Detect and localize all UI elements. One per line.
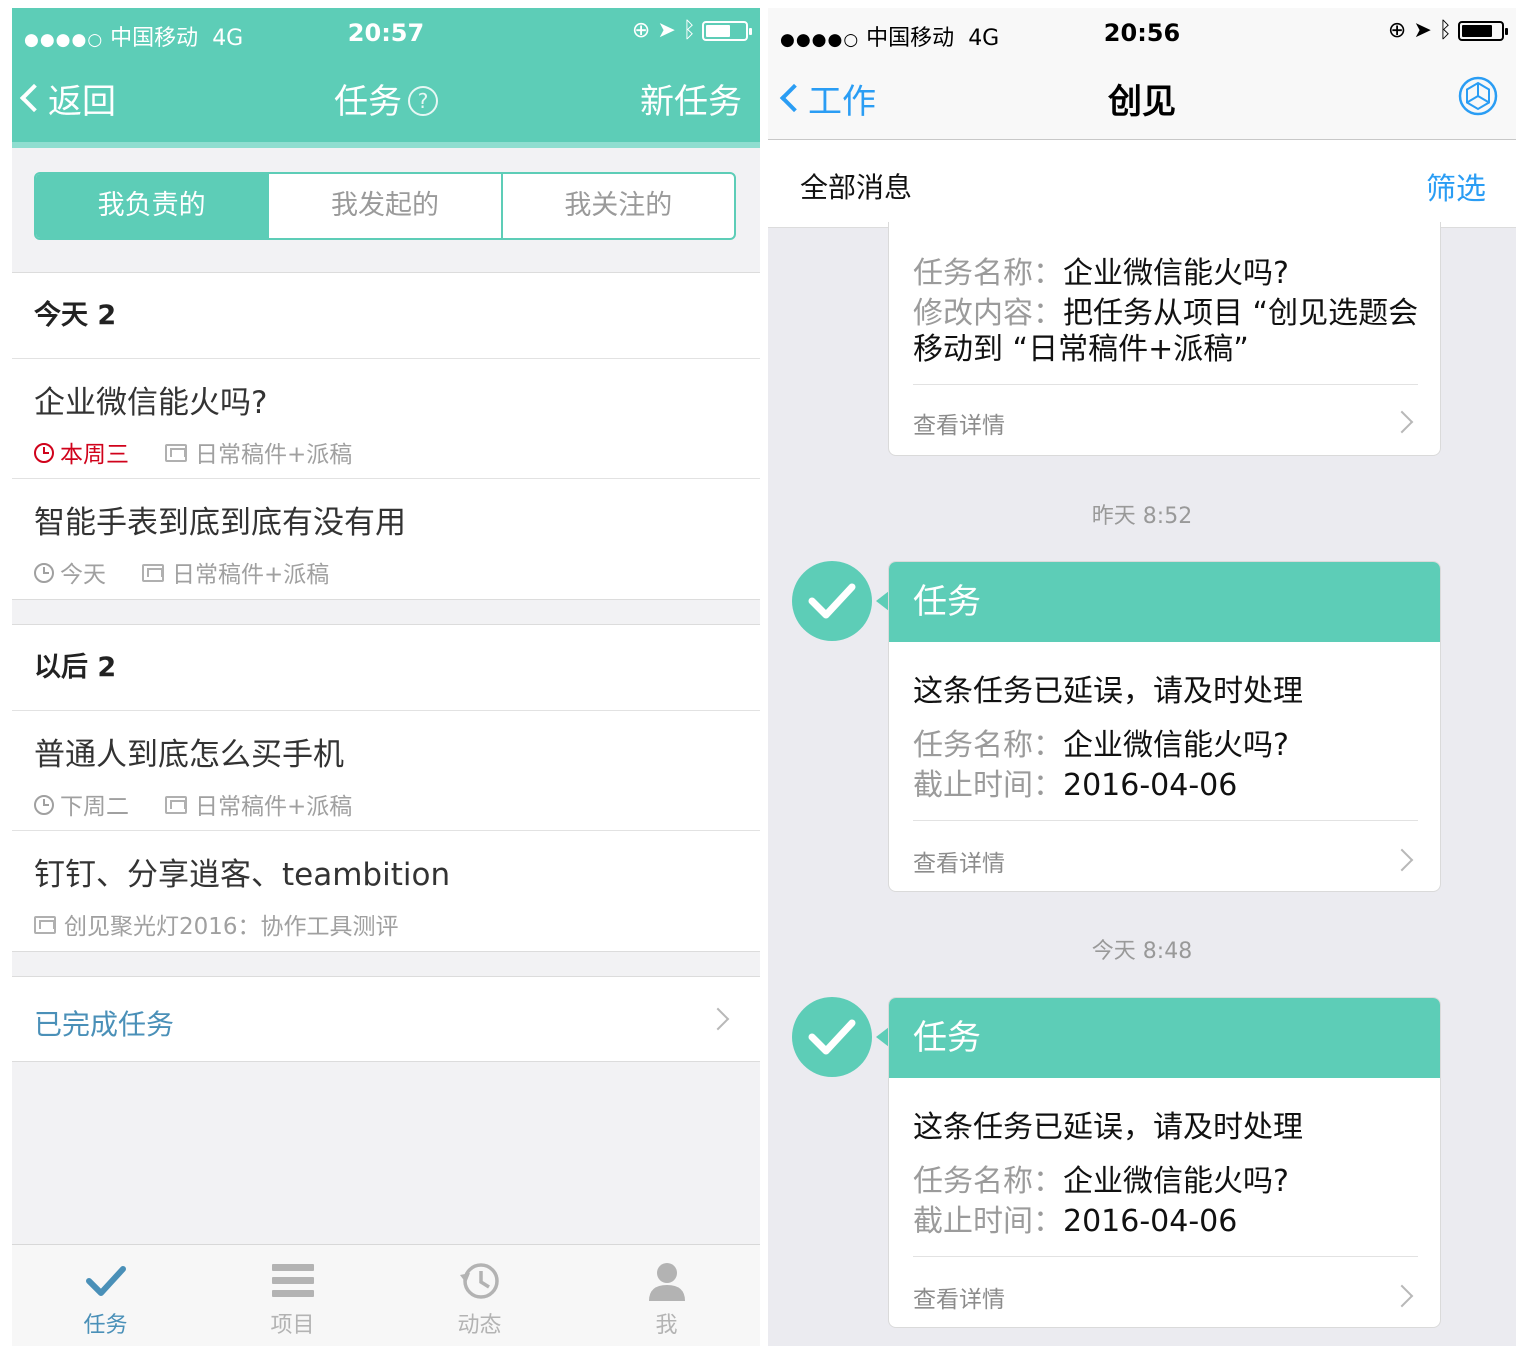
change-content-cont: 移动到 “日常稿件+派稿” (913, 332, 1249, 367)
segmented-control: 我负责的 我发起的 我关注的 (34, 172, 736, 240)
message-timestamp: 今天 8:48 (1091, 939, 1193, 964)
checkmark-icon (85, 1266, 126, 1296)
card-header: 任务 (889, 998, 1440, 1078)
location-icon: ➤ (1413, 18, 1432, 43)
task-name: 企业微信能火吗? (1063, 1164, 1289, 1199)
battery-icon (1458, 21, 1508, 41)
list-icon (271, 1264, 314, 1297)
completed-tasks-label: 已完成任务 (34, 1008, 175, 1041)
task-avatar (792, 561, 872, 641)
message-text: 这条任务已延误，请及时处理 (913, 1110, 1303, 1145)
section-header: 以后 2 (12, 625, 760, 711)
deadline: 2016-04-06 (1063, 1204, 1238, 1239)
clock-icon (34, 562, 54, 583)
battery-icon (702, 21, 752, 41)
message-card: 任务名称：企业微信能火吗? 修改内容：把任务从项目 “创见选题会 移动到 “日常… (888, 222, 1441, 456)
task-title: 普通人到底怎么买手机 (34, 737, 344, 773)
bluetooth-icon: ᛒ (1438, 18, 1452, 43)
task-due: 下周二 (60, 794, 129, 820)
project-icon (165, 795, 187, 814)
view-details-link[interactable]: 查看详情 (913, 1280, 1005, 1314)
task-due: 本周三 (60, 442, 129, 468)
card-header: 任务 (889, 562, 1440, 642)
completed-tasks-row[interactable]: 已完成任务 (12, 976, 760, 1062)
tab-activity[interactable]: 动态 (386, 1245, 573, 1346)
task-title: 企业微信能火吗? (34, 385, 268, 421)
section-header: 今天 2 (12, 273, 760, 359)
tab-bar: 任务 项目 动态 我 (12, 1244, 760, 1346)
page-title: 创见 (1108, 82, 1176, 122)
nav-bar: ●●●●○ 中国移动 4G 20:56 ⊕ ➤ ᛒ 工作 创见 (768, 8, 1516, 140)
tab-tasks[interactable]: 任务 (12, 1245, 199, 1346)
help-icon[interactable]: ? (408, 85, 438, 116)
task-row[interactable]: 企业微信能火吗? 本周三 日常稿件+派稿 (12, 359, 760, 479)
check-icon (808, 1019, 856, 1055)
check-icon (808, 583, 856, 619)
tab-me[interactable]: 我 (573, 1245, 760, 1346)
message-timestamp: 昨天 8:52 (1091, 504, 1193, 529)
task-title: 钉钉、分享逍客、teambition (34, 857, 451, 893)
task-avatar (792, 997, 872, 1077)
section-later: 以后 2 普通人到底怎么买手机 下周二 日常稿件+派稿 钉钉、分享逍客、teamb… (12, 624, 760, 952)
person-icon (648, 1263, 685, 1301)
clock-icon (34, 442, 54, 463)
task-project: 创见聚光灯2016：协作工具测评 (64, 914, 399, 940)
new-task-button[interactable]: 新任务 (640, 74, 742, 123)
message-text: 这条任务已延误，请及时处理 (913, 674, 1303, 709)
task-title: 智能手表到底到底有没有用 (34, 505, 406, 541)
task-name: 企业微信能火吗? (1063, 728, 1289, 763)
filter-button[interactable]: 筛选 (1426, 164, 1486, 208)
view-details-link[interactable]: 查看详情 (913, 844, 1005, 878)
segment-responsible[interactable]: 我负责的 (36, 174, 268, 238)
segment-followed[interactable]: 我关注的 (500, 174, 734, 238)
history-icon (459, 1263, 499, 1299)
task-row[interactable]: 智能手表到底到底有没有用 今天 日常稿件+派稿 (12, 479, 760, 599)
clock-icon (34, 794, 54, 815)
chevron-right-icon (706, 1007, 730, 1031)
status-bar: ●●●●○ 中国移动 4G 20:56 ⊕ ➤ ᛒ (768, 8, 1516, 58)
project-icon (142, 563, 164, 582)
nav-bar: ●●●●○ 中国移动 4G 20:57 ⊕ ➤ ᛒ 返回 任务? 新任务 (12, 8, 760, 146)
location-icon: ➤ (657, 18, 676, 43)
task-project: 日常稿件+派稿 (195, 794, 353, 820)
tab-projects[interactable]: 项目 (199, 1245, 386, 1346)
project-icon (34, 915, 56, 934)
view-details-link[interactable]: 查看详情 (913, 406, 1005, 440)
chevron-right-icon (1390, 410, 1414, 434)
gear-icon[interactable] (1456, 74, 1500, 118)
orientation-lock-icon: ⊕ (1387, 18, 1407, 43)
task-row[interactable]: 普通人到底怎么买手机 下周二 日常稿件+派稿 (12, 711, 760, 831)
task-project: 日常稿件+派稿 (195, 442, 353, 468)
message-feed-screen: ●●●●○ 中国移动 4G 20:56 ⊕ ➤ ᛒ 工作 创见 全部消息 筛选 … (768, 8, 1516, 1346)
filter-bar: 全部消息 筛选 (768, 140, 1516, 228)
task-due: 今天 (60, 562, 106, 588)
segment-initiated[interactable]: 我发起的 (267, 174, 500, 238)
message-card: 任务 这条任务已延误，请及时处理 任务名称：企业微信能火吗? 截止时间：2016… (888, 561, 1441, 892)
status-bar: ●●●●○ 中国移动 4G 20:57 ⊕ ➤ ᛒ (12, 8, 760, 58)
task-project: 日常稿件+派稿 (172, 562, 330, 588)
section-today: 今天 2 企业微信能火吗? 本周三 日常稿件+派稿 智能手表到底到底有没有用 今天… (12, 272, 760, 600)
task-row[interactable]: 钉钉、分享逍客、teambition 创见聚光灯2016：协作工具测评 (12, 831, 760, 951)
message-card: 任务 这条任务已延误，请及时处理 任务名称：企业微信能火吗? 截止时间：2016… (888, 997, 1441, 1328)
project-icon (165, 443, 187, 462)
all-messages-label: 全部消息 (800, 171, 913, 204)
bluetooth-icon: ᛒ (682, 18, 696, 43)
chevron-right-icon (1390, 848, 1414, 872)
task-list-screen: ●●●●○ 中国移动 4G 20:57 ⊕ ➤ ᛒ 返回 任务? 新任务 我负责… (12, 8, 760, 1346)
chevron-right-icon (1390, 1284, 1414, 1308)
deadline: 2016-04-06 (1063, 768, 1238, 803)
task-name: 企业微信能火吗? (1063, 256, 1289, 291)
orientation-lock-icon: ⊕ (631, 18, 651, 43)
